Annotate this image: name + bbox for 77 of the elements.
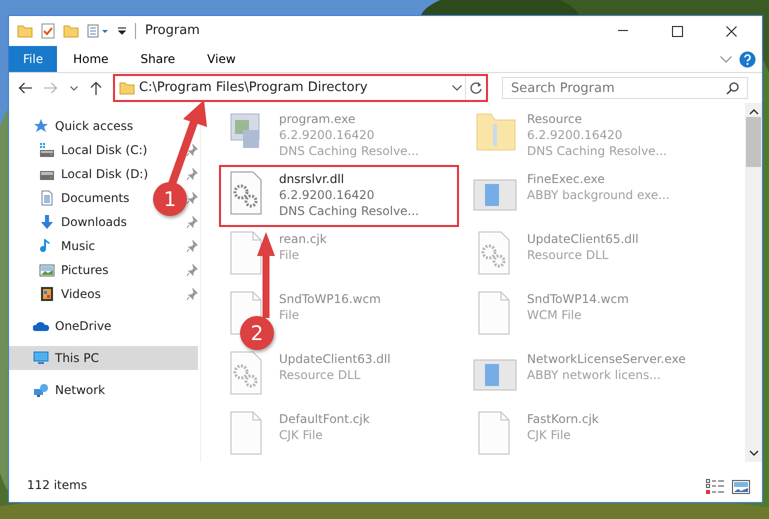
maximize-icon <box>672 26 682 36</box>
folder-icon <box>119 80 135 96</box>
scrollbar[interactable] <box>745 103 762 462</box>
file-detail: WCM File <box>527 307 582 323</box>
ribbon-tab[interactable]: Share <box>124 46 192 72</box>
caret-icon <box>452 85 462 91</box>
address-path: C:\Program Files\Program Directory <box>138 79 369 98</box>
refresh-icon <box>469 81 483 95</box>
file-detail: 6.2.9200.16420 <box>279 187 376 203</box>
file-detail: Resource DLL <box>279 367 362 383</box>
forward-arrow-icon <box>44 82 58 94</box>
sidebar-item[interactable]: Downloads <box>9 210 131 234</box>
address-dropdown-button[interactable] <box>449 85 465 91</box>
file-name[interactable]: dnsrslvr.dll <box>279 171 419 187</box>
details-view-icon[interactable] <box>706 479 724 494</box>
sidebar-item[interactable]: Local Disk (C:) <box>9 138 152 162</box>
sidebar-item[interactable]: This PC <box>9 346 198 370</box>
help-icon[interactable] <box>739 51 756 68</box>
minimize-icon <box>617 30 629 32</box>
scroll-down-icon[interactable] <box>748 450 758 456</box>
pin-icon[interactable] <box>186 240 198 252</box>
drive-icon <box>39 142 55 158</box>
sidebar-item[interactable]: OneDrive <box>9 314 116 338</box>
dropdown-icon[interactable] <box>117 26 127 36</box>
file-detail: CJK File <box>527 427 572 443</box>
file-detail: DNS Caching Resolve... <box>527 143 667 159</box>
file-detail: DNS Caching Resolve... <box>279 143 419 159</box>
file-detail: ABBY background exe... <box>527 187 670 203</box>
ribbon-tab[interactable]: View <box>191 46 252 72</box>
document-icon <box>39 190 55 206</box>
sidebar-item[interactable]: Documents <box>9 186 134 210</box>
address-bar[interactable]: C:\Program Files\Program Directory <box>113 74 488 102</box>
back-arrow-icon <box>18 82 32 94</box>
caret-icon <box>70 86 78 90</box>
computer-icon <box>33 350 49 366</box>
sidebar-item[interactable]: Videos <box>9 282 105 306</box>
sidebar-item[interactable]: Network <box>9 378 110 402</box>
star-icon <box>33 118 49 134</box>
picture-icon <box>39 262 55 278</box>
download-arrow-icon <box>39 214 55 230</box>
chevron-icon <box>720 56 732 62</box>
large-icons-view-icon[interactable] <box>732 480 750 494</box>
folder-icon <box>17 23 33 39</box>
scrollbar-thumb[interactable] <box>746 117 761 167</box>
search-icon[interactable] <box>726 81 740 95</box>
file-detail: Resource DLL <box>527 247 610 263</box>
pin-icon[interactable] <box>186 144 198 156</box>
network-icon <box>33 382 49 398</box>
window-title: Program <box>145 22 200 40</box>
file-menu-button[interactable]: File <box>9 46 58 72</box>
checklist-icon[interactable] <box>41 23 55 39</box>
file-detail: DNS Caching Resolve... <box>279 203 419 219</box>
separator-icon <box>135 23 137 39</box>
sidebar-item[interactable]: Quick access <box>9 114 138 138</box>
pin-icon[interactable] <box>186 288 198 300</box>
item-count: 112 items <box>27 477 88 494</box>
pin-icon[interactable] <box>186 264 198 276</box>
sidebar-item[interactable]: Pictures <box>9 258 113 282</box>
recent-locations-button[interactable] <box>67 86 81 90</box>
scroll-up-icon[interactable] <box>748 109 758 115</box>
pin-icon[interactable] <box>186 168 198 180</box>
properties-icon[interactable] <box>87 23 109 39</box>
sidebar-item[interactable]: Local Disk (D:) <box>9 162 152 186</box>
file-detail: 6.2.9200.16420 <box>279 127 376 143</box>
up-arrow-icon <box>90 81 102 95</box>
pin-icon[interactable] <box>186 216 198 228</box>
file-detail: File <box>279 307 300 323</box>
close-icon <box>726 26 736 36</box>
film-icon <box>39 286 55 302</box>
file-detail: ABBY network licens... <box>527 367 662 383</box>
file-detail: 6.2.9200.16420 <box>527 127 624 143</box>
file-detail: File <box>279 247 300 263</box>
sidebar-item[interactable]: Music <box>9 234 100 258</box>
file-detail: CJK File <box>279 427 324 443</box>
search-field[interactable]: Search Program <box>502 77 748 99</box>
pin-icon[interactable] <box>186 192 198 204</box>
ribbon-tab[interactable]: Home <box>57 46 125 72</box>
